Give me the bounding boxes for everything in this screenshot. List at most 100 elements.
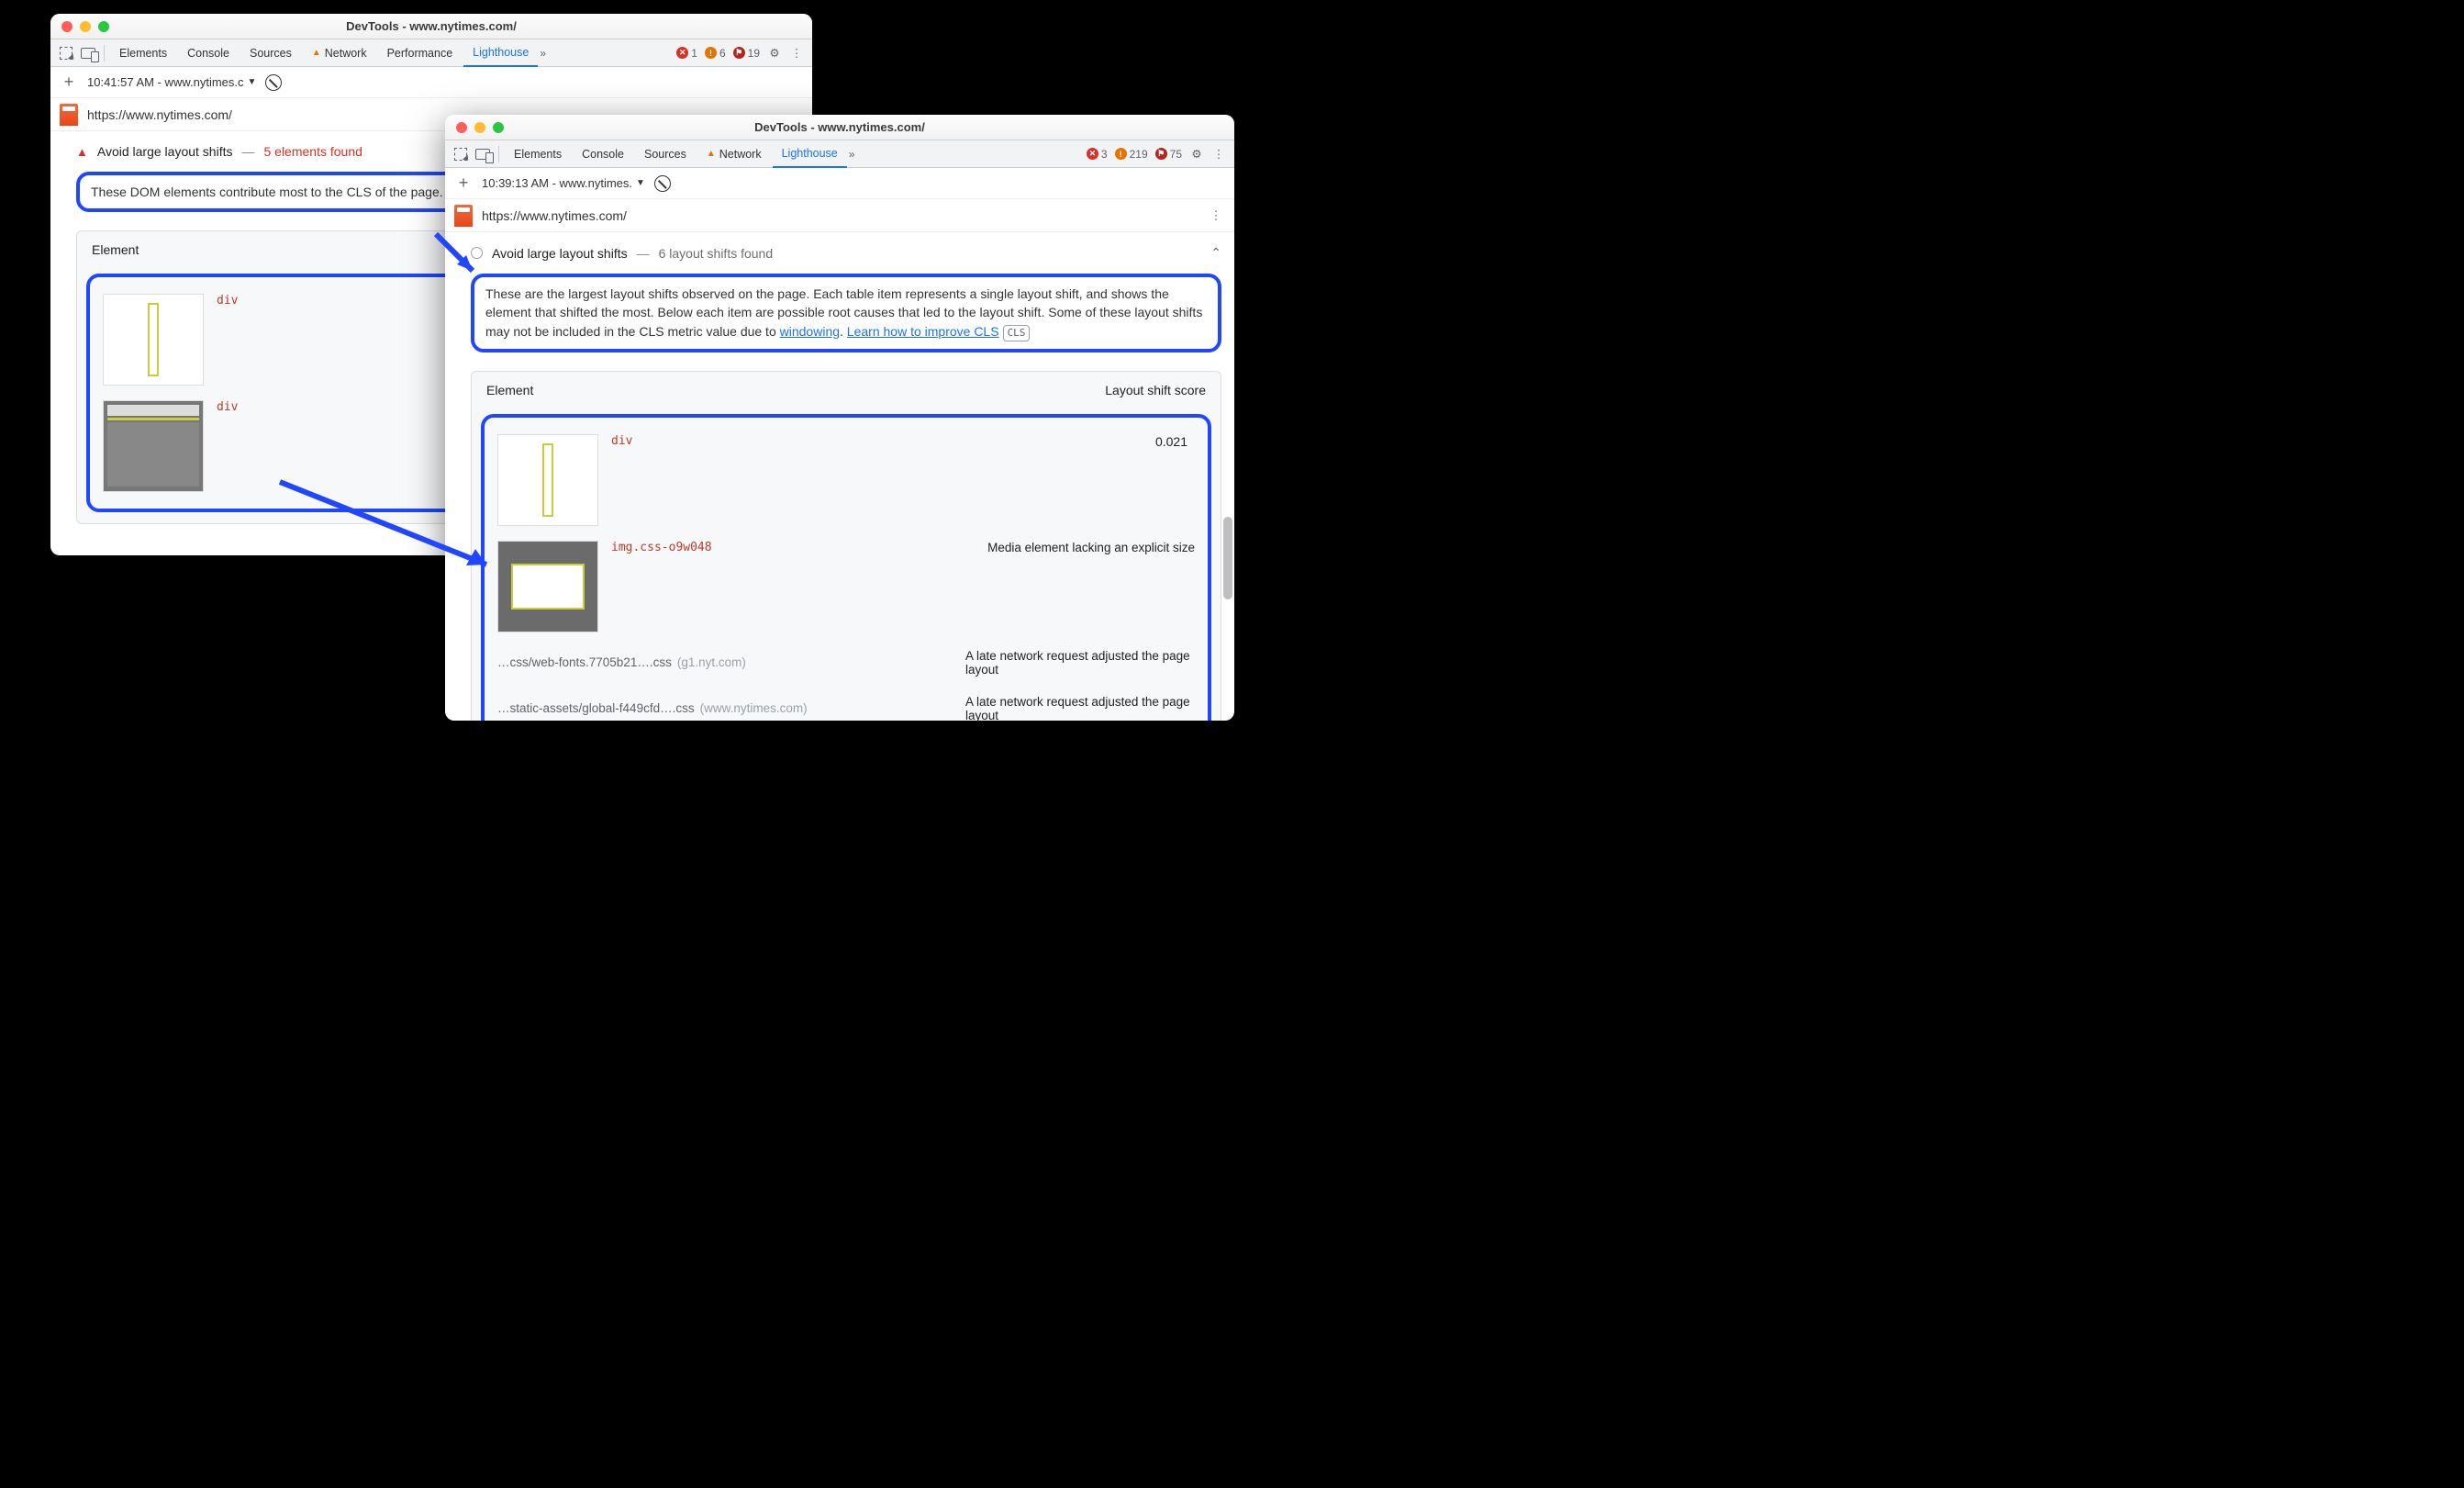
kebab-menu-icon[interactable]: ⋮ <box>786 46 807 60</box>
kebab-menu-icon[interactable]: ⋮ <box>1207 208 1225 223</box>
warnings-badge[interactable]: !219 <box>1112 148 1151 161</box>
titlebar: DevTools - www.nytimes.com/ <box>445 115 1234 140</box>
cause-row[interactable]: …static-assets/global-f449cfd….css (www.… <box>494 686 1199 721</box>
col-element: Element <box>486 383 533 397</box>
audit-count: 6 layout shifts found <box>659 246 774 261</box>
results-table: Element Layout shift score div 0.021 img… <box>471 371 1221 721</box>
resource-path: …css/web-fonts.7705b21….css <box>497 655 672 669</box>
audit-name: Avoid large layout shifts <box>97 144 233 159</box>
zoom-icon[interactable] <box>493 122 504 133</box>
chevron-down-icon: ▼ <box>248 77 257 87</box>
shift-reason: A late network request adjusted the page… <box>965 695 1195 721</box>
cls-chip: CLS <box>1003 325 1031 341</box>
element-thumbnail <box>497 434 598 526</box>
new-report-button[interactable]: + <box>60 73 78 92</box>
windowing-link[interactable]: windowing <box>780 324 840 339</box>
tab-network[interactable]: Network <box>697 140 771 168</box>
tab-elements[interactable]: Elements <box>110 39 176 67</box>
devtools-window-after: DevTools - www.nytimes.com/ Elements Con… <box>445 115 1234 721</box>
new-report-button[interactable]: + <box>454 173 473 193</box>
close-icon[interactable] <box>61 21 72 32</box>
page-url: https://www.nytimes.com/ <box>482 208 627 223</box>
chevron-down-icon: ▼ <box>636 178 645 188</box>
titlebar: DevTools - www.nytimes.com/ <box>50 14 812 39</box>
tab-sources[interactable]: Sources <box>240 39 301 67</box>
clear-report-icon[interactable] <box>265 74 282 91</box>
audit-description: These DOM elements contribute most to th… <box>91 185 443 199</box>
element-thumbnail <box>497 541 598 632</box>
tab-sources[interactable]: Sources <box>635 140 696 168</box>
col-element: Element <box>92 242 139 257</box>
kebab-menu-icon[interactable]: ⋮ <box>1209 147 1229 161</box>
device-toggle-icon[interactable] <box>78 43 98 63</box>
more-tabs-icon[interactable]: » <box>540 47 544 60</box>
tab-network[interactable]: Network <box>303 39 376 67</box>
layout-shift-score: 0.021 <box>1155 434 1195 449</box>
table-row[interactable]: div 0.021 <box>494 427 1199 533</box>
info-badge[interactable]: ⚑19 <box>730 47 763 60</box>
settings-gear-icon[interactable]: ⚙ <box>764 46 785 60</box>
audit-name: Avoid large layout shifts <box>492 246 628 261</box>
errors-badge[interactable]: ✕3 <box>1084 148 1110 161</box>
window-title: DevTools - www.nytimes.com/ <box>50 19 812 33</box>
element-thumbnail <box>103 294 204 386</box>
resource-host: (g1.nyt.com) <box>677 655 746 669</box>
zoom-icon[interactable] <box>98 21 109 32</box>
clear-report-icon[interactable] <box>654 175 671 192</box>
element-selector: div <box>217 294 238 308</box>
element-selector: div <box>611 434 632 448</box>
lighthouse-icon <box>60 104 78 126</box>
url-bar: https://www.nytimes.com/ ⋮ <box>445 199 1234 232</box>
inspect-element-icon[interactable] <box>56 43 76 63</box>
warnings-badge[interactable]: !6 <box>702 47 729 60</box>
tab-elements[interactable]: Elements <box>505 140 571 168</box>
traffic-lights[interactable] <box>50 21 109 32</box>
errors-badge[interactable]: ✕1 <box>674 47 700 60</box>
status-circle-icon <box>471 247 483 259</box>
minimize-icon[interactable] <box>474 122 485 133</box>
snapshot-label: 10:41:57 AM - www.nytimes.c <box>87 75 244 89</box>
shift-reason: Media element lacking an explicit size <box>987 541 1195 554</box>
cause-row[interactable]: …css/web-fonts.7705b21….css (g1.nyt.com)… <box>494 640 1199 686</box>
device-toggle-icon[interactable] <box>473 144 493 164</box>
table-header: Element Layout shift score <box>472 372 1221 408</box>
inspect-element-icon[interactable] <box>451 144 471 164</box>
report-dropdown[interactable]: 10:41:57 AM - www.nytimes.c ▼ <box>87 75 256 89</box>
tab-lighthouse[interactable]: Lighthouse <box>773 140 847 168</box>
traffic-lights[interactable] <box>445 122 504 133</box>
warning-triangle-icon: ▲ <box>76 145 88 159</box>
tab-performance[interactable]: Performance <box>378 39 463 67</box>
tab-console[interactable]: Console <box>573 140 633 168</box>
page-url: https://www.nytimes.com/ <box>87 107 232 122</box>
separator <box>104 45 105 62</box>
audit-header[interactable]: Avoid large layout shifts — 6 layout shi… <box>471 245 1221 261</box>
scrollbar-thumb[interactable] <box>1223 517 1232 599</box>
table-row[interactable]: img.css-o9w048 Media element lacking an … <box>494 533 1199 640</box>
rows-callout: div 0.021 img.css-o9w048 Media element l… <box>481 414 1211 721</box>
info-badge[interactable]: ⚑75 <box>1153 148 1185 161</box>
lighthouse-icon <box>454 205 473 227</box>
tab-console[interactable]: Console <box>178 39 239 67</box>
report-dropdown[interactable]: 10:39:13 AM - www.nytimes. ▼ <box>482 176 645 190</box>
element-thumbnail <box>103 400 204 492</box>
settings-gear-icon[interactable]: ⚙ <box>1187 147 1207 161</box>
tab-lighthouse[interactable]: Lighthouse <box>463 39 538 67</box>
chevron-up-icon[interactable]: ⌃ <box>1210 245 1221 261</box>
window-title: DevTools - www.nytimes.com/ <box>445 120 1234 134</box>
separator <box>498 146 499 162</box>
devtools-toolbar: Elements Console Sources Network Lightho… <box>445 140 1234 168</box>
more-tabs-icon[interactable]: » <box>849 148 853 161</box>
shift-reason: A late network request adjusted the page… <box>965 649 1195 677</box>
close-icon[interactable] <box>456 122 467 133</box>
audit-description-callout: These are the largest layout shifts obse… <box>471 274 1221 352</box>
separator: — <box>637 246 650 261</box>
col-score: Layout shift score <box>1105 383 1206 397</box>
minimize-icon[interactable] <box>80 21 91 32</box>
resource-path: …static-assets/global-f449cfd….css <box>497 701 695 715</box>
learn-cls-link[interactable]: Learn how to improve CLS <box>847 324 999 339</box>
element-selector: img.css-o9w048 <box>611 541 712 554</box>
snapshot-label: 10:39:13 AM - www.nytimes. <box>482 176 632 190</box>
resource-host: (www.nytimes.com) <box>700 701 808 715</box>
element-selector: div <box>217 400 238 414</box>
devtools-toolbar: Elements Console Sources Network Perform… <box>50 39 812 67</box>
